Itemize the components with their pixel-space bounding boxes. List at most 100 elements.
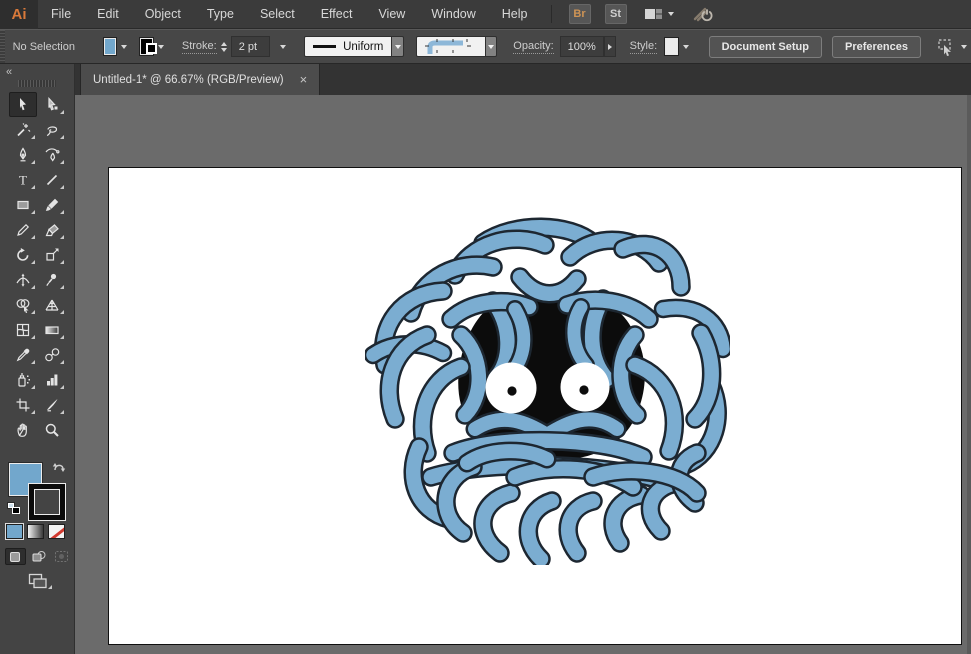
default-fill-stroke-button[interactable] <box>7 502 23 516</box>
draw-normal-icon <box>9 551 20 562</box>
opacity-value[interactable]: 100% <box>559 36 604 57</box>
artwork-tangela[interactable] <box>365 213 730 565</box>
width-tool-icon <box>16 273 30 287</box>
draw-behind-button[interactable] <box>28 548 49 565</box>
eyedropper-tool[interactable] <box>9 342 37 367</box>
opacity-options-button[interactable] <box>603 36 616 57</box>
document-setup-button[interactable]: Document Setup <box>708 35 822 58</box>
selection-tool-icon <box>20 97 26 110</box>
magic-wand-tool[interactable] <box>9 117 37 142</box>
paintbrush-tool-icon <box>45 198 59 211</box>
tool-grid: T <box>9 92 66 442</box>
hand-tool[interactable] <box>9 417 37 442</box>
stroke-weight-value[interactable]: 2 pt <box>230 36 271 57</box>
menu-window[interactable]: Window <box>418 0 488 28</box>
document-tab[interactable]: Untitled-1* @ 66.67% (RGB/Preview) × <box>80 64 321 95</box>
line-segment-tool-icon <box>46 174 58 185</box>
color-mode-button[interactable] <box>6 524 23 539</box>
stroke-weight-stepper[interactable] <box>220 41 227 52</box>
pen-tool-icon <box>19 146 27 161</box>
perspective-grid-tool[interactable] <box>38 292 66 317</box>
paintbrush-tool[interactable] <box>38 192 66 217</box>
svg-text:T: T <box>19 172 27 187</box>
selection-tool[interactable] <box>9 92 37 117</box>
select-similar-icon <box>938 38 951 56</box>
draw-normal-button[interactable] <box>5 548 26 565</box>
power-sync-icon <box>693 7 712 22</box>
curvature-tool[interactable] <box>38 142 66 167</box>
controlbar-grip[interactable] <box>0 30 5 63</box>
stroke-weight-dropdown[interactable] <box>276 37 290 57</box>
blend-tool[interactable] <box>38 342 66 367</box>
puppet-warp-tool[interactable] <box>38 267 66 292</box>
opacity-label[interactable]: Opacity: <box>513 40 554 54</box>
menu-select[interactable]: Select <box>247 0 308 28</box>
stock-button[interactable]: St <box>604 4 627 24</box>
draw-inside-button[interactable] <box>51 548 72 565</box>
pen-tool[interactable] <box>9 142 37 167</box>
stroke-weight-label[interactable]: Stroke: <box>181 40 217 54</box>
artboard-tool[interactable] <box>9 392 37 417</box>
preferences-button[interactable]: Preferences <box>832 35 921 58</box>
width-profile-dropdown[interactable] <box>392 36 404 57</box>
gradient-tool-icon <box>45 325 59 334</box>
tab-close-button[interactable]: × <box>300 73 308 86</box>
scale-tool[interactable] <box>38 242 66 267</box>
style-label[interactable]: Style: <box>629 40 658 54</box>
panel-drag-handle[interactable] <box>18 80 56 87</box>
gradient-tool[interactable] <box>38 317 66 342</box>
opacity-text: 100% <box>567 40 596 53</box>
left-pupil <box>507 386 517 396</box>
chevron-down-icon <box>667 12 674 16</box>
brush-definition-field[interactable] <box>415 36 486 57</box>
swap-fill-stroke-button[interactable] <box>52 460 67 479</box>
menu-object[interactable]: Object <box>132 0 194 28</box>
sync-status-button[interactable] <box>688 4 720 24</box>
pencil-tool[interactable] <box>9 217 37 242</box>
screen-mode-button[interactable] <box>26 572 52 590</box>
rectangle-tool[interactable] <box>9 192 37 217</box>
brush-definition-dropdown[interactable] <box>485 36 498 57</box>
mesh-tool[interactable] <box>9 317 37 342</box>
direct-selection-tool-icon <box>48 96 58 111</box>
document-column: Untitled-1* @ 66.67% (RGB/Preview) × <box>75 64 971 654</box>
canvas-area[interactable] <box>75 95 971 654</box>
stroke-color-swatch[interactable] <box>139 37 159 56</box>
menu-help[interactable]: Help <box>489 0 541 28</box>
chevron-down-icon <box>394 44 401 49</box>
symbol-sprayer-tool[interactable] <box>9 367 37 392</box>
shape-builder-tool[interactable] <box>9 292 37 317</box>
workspace-switcher[interactable] <box>640 4 678 24</box>
column-graph-tool[interactable] <box>38 367 66 392</box>
style-dropdown[interactable] <box>679 37 693 57</box>
panel-collapse-button[interactable]: « <box>6 66 12 78</box>
width-tool[interactable] <box>9 267 37 292</box>
gradient-mode-button[interactable] <box>27 524 44 539</box>
lasso-tool-icon <box>46 125 58 136</box>
menu-type[interactable]: Type <box>194 0 247 28</box>
bridge-button[interactable]: Br <box>568 4 591 24</box>
zoom-tool[interactable] <box>38 417 66 442</box>
slice-tool[interactable] <box>38 392 66 417</box>
rotate-tool[interactable] <box>9 242 37 267</box>
stroke-color-control[interactable] <box>29 484 65 520</box>
direct-selection-tool[interactable] <box>38 92 66 117</box>
stepper-down-icon <box>220 47 227 52</box>
lasso-tool[interactable] <box>38 117 66 142</box>
menu-view[interactable]: View <box>365 0 418 28</box>
control-bar: No Selection Stroke: 2 pt Uniform Opacit… <box>0 29 971 64</box>
type-tool[interactable]: T <box>9 167 37 192</box>
line-segment-tool[interactable] <box>38 167 66 192</box>
fill-color-dropdown[interactable] <box>117 37 131 57</box>
width-profile-field[interactable]: Uniform <box>304 36 393 57</box>
eraser-tool-icon <box>45 223 59 236</box>
fill-color-swatch[interactable] <box>102 37 118 56</box>
menu-edit[interactable]: Edit <box>84 0 132 28</box>
main-area: « T Untitled-1* @ 66.67% (RGB/Preview) × <box>0 64 971 654</box>
eraser-tool[interactable] <box>38 217 66 242</box>
style-swatch[interactable] <box>664 37 679 56</box>
menu-effect[interactable]: Effect <box>308 0 366 28</box>
menu-file[interactable]: File <box>38 0 84 28</box>
none-mode-button[interactable] <box>48 524 65 539</box>
select-similar-button[interactable] <box>931 37 971 57</box>
